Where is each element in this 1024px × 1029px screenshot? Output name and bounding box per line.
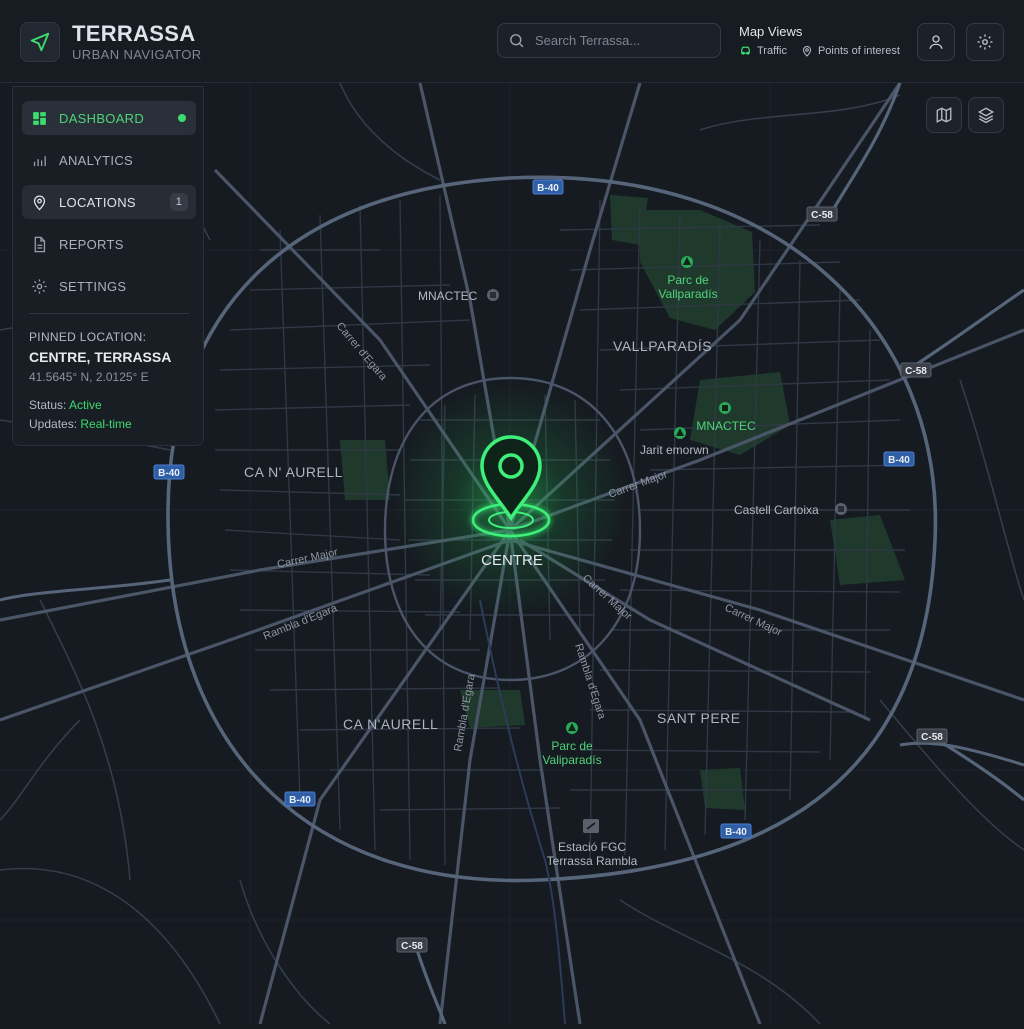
user-icon bbox=[929, 35, 943, 49]
road-shield: C-58 bbox=[916, 728, 948, 744]
search-box[interactable] bbox=[497, 23, 721, 58]
user-profile-button[interactable] bbox=[917, 23, 955, 61]
dashboard-grid-icon bbox=[33, 111, 46, 125]
district-vallparadis: VALLPARADÍS bbox=[613, 338, 712, 354]
map-view-button[interactable] bbox=[926, 97, 962, 133]
sidebar-item-analytics[interactable]: ANALYTICS bbox=[22, 143, 196, 177]
sidebar-item-label: REPORTS bbox=[59, 236, 124, 252]
road-shield: B-40 bbox=[532, 179, 564, 195]
center-label: CENTRE bbox=[481, 552, 543, 569]
document-icon bbox=[34, 236, 46, 252]
svg-text:MNACTEC: MNACTEC bbox=[696, 419, 756, 433]
map-view-icon bbox=[936, 107, 952, 123]
status-label: Status: bbox=[29, 398, 67, 412]
car-icon bbox=[741, 46, 750, 55]
sidebar-item-label: ANALYTICS bbox=[59, 152, 133, 168]
district-ca-n-aurell-south: CA N'AURELL bbox=[343, 716, 438, 732]
map-views-options: Traffic Points of interest bbox=[739, 44, 914, 57]
svg-text:Jarit emorwn: Jarit emorwn bbox=[640, 443, 709, 457]
svg-text:C-58: C-58 bbox=[401, 941, 423, 952]
sidebar-divider bbox=[29, 313, 189, 314]
road-shield: B-40 bbox=[720, 823, 752, 839]
gear-icon bbox=[32, 278, 47, 294]
traffic-label: Traffic bbox=[757, 44, 787, 57]
svg-text:B-40: B-40 bbox=[888, 455, 910, 466]
svg-text:Terrassa Rambla: Terrassa Rambla bbox=[547, 854, 638, 868]
status-row: Status: Active bbox=[29, 398, 102, 412]
district-sant-pere: SANT PERE bbox=[657, 710, 741, 726]
svg-text:Parc de: Parc de bbox=[667, 273, 709, 287]
sidebar-item-dashboard[interactable]: DASHBOARD bbox=[22, 101, 196, 135]
active-indicator-dot bbox=[178, 114, 186, 122]
updates-label: Updates: bbox=[29, 417, 78, 431]
pinned-location-name: CENTRE, TERRASSA bbox=[29, 349, 172, 365]
pinned-location-coords: 41.5645° N, 2.0125° E bbox=[29, 370, 149, 384]
svg-text:Estació FGC: Estació FGC bbox=[558, 840, 626, 854]
map-pin-icon bbox=[33, 195, 46, 210]
svg-text:C-58: C-58 bbox=[921, 732, 943, 743]
poi-estacio-fgc[interactable]: Estació FGC Terrassa Rambla bbox=[547, 819, 638, 868]
svg-text:C-58: C-58 bbox=[811, 210, 833, 221]
pinned-location-label: PINNED LOCATION: bbox=[29, 330, 147, 344]
road-shield: B-40 bbox=[883, 451, 915, 467]
poi-label: Points of interest bbox=[817, 44, 900, 57]
map-pin-icon bbox=[802, 45, 811, 57]
gear-icon bbox=[977, 34, 993, 50]
svg-text:Parc de: Parc de bbox=[551, 739, 593, 753]
svg-text:B-40: B-40 bbox=[725, 827, 747, 838]
svg-text:B-40: B-40 bbox=[537, 183, 559, 194]
sidebar-item-label: SETTINGS bbox=[59, 278, 127, 294]
poi-mnactec-west[interactable]: MNACTEC bbox=[418, 289, 499, 303]
status-value: Active bbox=[69, 398, 102, 412]
road-shield: B-40 bbox=[153, 464, 185, 480]
updates-row: Updates: Real-time bbox=[29, 417, 132, 431]
sidebar: DASHBOARD ANALYTICS LOCATIONS 1 REPORTS … bbox=[12, 86, 204, 446]
search-input[interactable] bbox=[533, 32, 707, 49]
svg-text:C-58: C-58 bbox=[905, 366, 927, 377]
svg-text:B-40: B-40 bbox=[289, 795, 311, 806]
district-ca-n-aurell-north: CA N' AURELL bbox=[244, 464, 343, 480]
svg-text:MNACTEC: MNACTEC bbox=[418, 289, 478, 303]
road-shield: C-58 bbox=[396, 937, 428, 953]
svg-text:Valiparadís: Valiparadís bbox=[542, 753, 601, 767]
sidebar-item-locations[interactable]: LOCATIONS 1 bbox=[22, 185, 196, 219]
updates-value: Real-time bbox=[80, 417, 132, 431]
street-label: Carrer d'Egara bbox=[334, 320, 390, 383]
svg-text:Vallparadís: Vallparadís bbox=[658, 287, 717, 301]
poi-toggle[interactable]: Points of interest bbox=[801, 45, 900, 57]
svg-text:B-40: B-40 bbox=[158, 468, 180, 479]
app-header: TERRASSA URBAN NAVIGATOR Map Views Traff… bbox=[0, 0, 1024, 83]
road-shield: C-58 bbox=[900, 362, 932, 378]
street-label: Carrer Major bbox=[276, 546, 339, 571]
road-shield: B-40 bbox=[284, 791, 316, 807]
settings-button[interactable] bbox=[966, 23, 1004, 61]
navigation-arrow-icon bbox=[30, 32, 50, 52]
map-views-title: Map Views bbox=[739, 24, 803, 39]
layers-icon bbox=[977, 107, 995, 124]
sidebar-item-label: LOCATIONS bbox=[59, 194, 136, 210]
app-subtitle: URBAN NAVIGATOR bbox=[72, 47, 202, 62]
layers-button[interactable] bbox=[968, 97, 1004, 133]
traffic-toggle[interactable]: Traffic bbox=[739, 44, 787, 57]
search-icon bbox=[510, 34, 524, 48]
app-logo bbox=[20, 22, 60, 62]
sidebar-item-reports[interactable]: REPORTS bbox=[22, 227, 196, 261]
sidebar-item-label: DASHBOARD bbox=[59, 110, 145, 126]
poi-parc-vallparadis-south[interactable]: Parc de Valiparadís bbox=[542, 722, 602, 767]
svg-text:Castell Cartoixa: Castell Cartoixa bbox=[734, 503, 819, 517]
sidebar-item-settings[interactable]: SETTINGS bbox=[22, 269, 196, 303]
locations-count-badge: 1 bbox=[170, 193, 188, 211]
street-label: Rambla d'Egara bbox=[262, 602, 340, 643]
bar-chart-icon bbox=[33, 155, 46, 166]
app-title: TERRASSA bbox=[72, 21, 196, 46]
road-shield: C-58 bbox=[806, 206, 838, 222]
